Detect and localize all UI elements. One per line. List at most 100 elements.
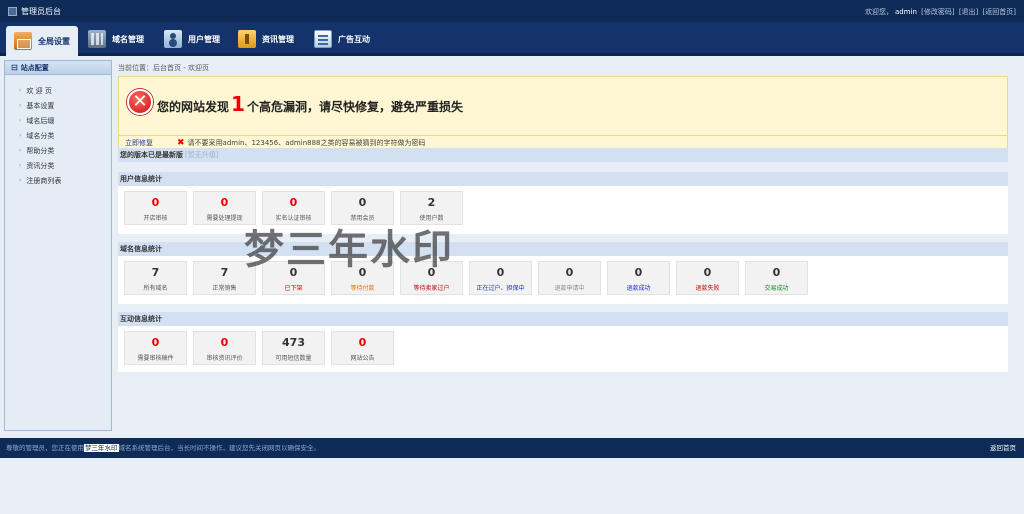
warning-x-icon: ✖ bbox=[177, 138, 185, 148]
nav-tab-news-management[interactable]: 资讯管理 bbox=[230, 26, 302, 52]
stat-label: 可用短信数量 bbox=[275, 355, 312, 362]
nav-tab-ad-interaction[interactable]: 广告互动 bbox=[306, 26, 378, 52]
nav-tab-label: 资讯管理 bbox=[262, 34, 294, 44]
stat-label: 退款申请中 bbox=[554, 285, 585, 292]
home-icon bbox=[14, 32, 32, 50]
main-nav: 全局设置 域名管理 用户管理 资讯管理 广告互动 bbox=[0, 22, 1024, 56]
vulnerability-count: 1 bbox=[231, 92, 245, 116]
stat-card[interactable]: 0 正在过户、担保中 bbox=[469, 261, 532, 295]
logout-link[interactable]: [退出] bbox=[959, 8, 978, 16]
chevron-right-icon: › bbox=[19, 102, 22, 109]
user-links: 欢迎您， admin [修改密码] [退出] [返回首页] bbox=[863, 7, 1016, 17]
stat-value: 0 bbox=[496, 266, 505, 279]
upgrade-link[interactable]: [暂无升级] bbox=[185, 151, 218, 159]
stat-card[interactable]: 0 审核资讯评价 bbox=[193, 331, 256, 365]
stat-value: 0 bbox=[634, 266, 643, 279]
footer-text-post: 域名系统管理后台，当长时间不操作，建议您先关闭网页以确保安全。 bbox=[118, 444, 321, 452]
chevron-right-icon: › bbox=[19, 132, 22, 139]
sidebar-item-domain-suffix[interactable]: › 域名后缀 bbox=[5, 113, 111, 128]
alert-divider bbox=[119, 135, 1007, 136]
stat-card[interactable]: 0 退款成功 bbox=[607, 261, 670, 295]
news-icon bbox=[238, 30, 256, 48]
section-title: 互动信息统计 bbox=[118, 312, 1008, 326]
sidebar-item-help-category[interactable]: › 帮助分类 bbox=[5, 143, 111, 158]
top-bar: 管理员后台 欢迎您， admin [修改密码] [退出] [返回首页] bbox=[0, 0, 1024, 22]
stat-label: 网站公告 bbox=[350, 355, 375, 362]
footer: 尊敬的管理员，您正在使用梦三年水印域名系统管理后台，当长时间不操作，建议您先关闭… bbox=[0, 438, 1024, 458]
alert-prefix: 您的网站发现 bbox=[157, 100, 230, 114]
stat-label: 交易成功 bbox=[764, 285, 789, 292]
stat-card[interactable]: 0 退款申请中 bbox=[538, 261, 601, 295]
change-password-link[interactable]: [修改密码] bbox=[921, 8, 954, 16]
stat-value: 2 bbox=[427, 196, 436, 209]
collapse-icon: ⊟ bbox=[11, 62, 18, 72]
error-x-icon: ✕ bbox=[127, 89, 153, 115]
return-home-link[interactable]: [返回首页] bbox=[983, 8, 1016, 16]
password-warning: ✖ 请不要采用admin、123456、admin888之类的容易被猜到的字符做… bbox=[177, 138, 426, 148]
stat-label: 需要审核稿件 bbox=[137, 355, 174, 362]
stat-label: 已下架 bbox=[284, 285, 303, 292]
main-content: 当前位置：后台首页 - 欢迎页 ✕ 您的网站发现 1 个高危漏洞，请尽快修复，避… bbox=[118, 60, 1008, 372]
nav-tab-label: 用户管理 bbox=[188, 34, 220, 44]
version-bar: 您的版本已是最新版 [暂无升级] bbox=[118, 148, 1008, 162]
stat-label: 退款成功 bbox=[626, 285, 651, 292]
nav-tab-global-settings[interactable]: 全局设置 bbox=[6, 26, 78, 56]
stat-value: 0 bbox=[151, 196, 160, 209]
stat-card[interactable]: 0 退款失败 bbox=[676, 261, 739, 295]
stat-card[interactable]: 0 交易成功 bbox=[745, 261, 808, 295]
sidebar-menu: › 欢 迎 页 › 基本设置 › 域名后缀 › 域名分类 › 帮助分类 › 资讯分类 › 注册… bbox=[5, 75, 111, 188]
sidebar-item-welcome[interactable]: › 欢 迎 页 bbox=[5, 83, 111, 98]
sidebar-item-label: 欢 迎 页 bbox=[26, 86, 52, 95]
stat-value: 0 bbox=[358, 336, 367, 349]
nav-tab-label: 域名管理 bbox=[112, 34, 144, 44]
nav-tab-domain-management[interactable]: 域名管理 bbox=[80, 26, 152, 52]
stat-label: 等待卖家过户 bbox=[413, 285, 450, 292]
footer-highlight: 梦三年水印 bbox=[84, 444, 119, 452]
footer-return-home-link[interactable]: 返回首页 bbox=[990, 438, 1016, 458]
chevron-right-icon: › bbox=[19, 87, 22, 94]
app-brand: 管理员后台 bbox=[8, 6, 61, 17]
sidebar-item-basic-settings[interactable]: › 基本设置 bbox=[5, 98, 111, 113]
stat-label: 所有域名 bbox=[143, 285, 168, 292]
interact-stats-section: 互动信息统计 0 需要审核稿件 0 审核资讯评价 473 可用短信数量 0 网站公告 bbox=[118, 312, 1008, 372]
alert-title: 您的网站发现 1 个高危漏洞，请尽快修复，避免严重损失 bbox=[157, 92, 463, 116]
stat-card[interactable]: 473 可用短信数量 bbox=[262, 331, 325, 365]
sidebar-item-label: 基本设置 bbox=[26, 101, 55, 110]
watermark: 梦三年水印 bbox=[244, 227, 454, 273]
stat-card[interactable]: 0 需要审核稿件 bbox=[124, 331, 187, 365]
greeting-text: 欢迎您， bbox=[864, 8, 893, 16]
stat-label: 正常销售 bbox=[212, 285, 237, 292]
stat-card[interactable]: 0 开店审核 bbox=[124, 191, 187, 225]
stat-value: 0 bbox=[703, 266, 712, 279]
stat-card[interactable]: 7 所有域名 bbox=[124, 261, 187, 295]
sidebar-item-registrar-list[interactable]: › 注册商列表 bbox=[5, 173, 111, 188]
stat-value: 0 bbox=[220, 196, 229, 209]
domain-icon bbox=[88, 30, 106, 48]
stat-value: 0 bbox=[151, 336, 160, 349]
sidebar-item-label: 资讯分类 bbox=[26, 161, 55, 170]
stat-label: 退款失败 bbox=[695, 285, 720, 292]
fix-now-link[interactable]: 立即修复 bbox=[125, 138, 153, 148]
breadcrumb: 当前位置：后台首页 - 欢迎页 bbox=[118, 64, 209, 72]
sidebar-item-domain-category[interactable]: › 域名分类 bbox=[5, 128, 111, 143]
app-title: 管理员后台 bbox=[21, 7, 61, 16]
security-alert: ✕ 您的网站发现 1 个高危漏洞，请尽快修复，避免严重损失 立即修复 ✖ 请不要… bbox=[118, 76, 1008, 151]
username: admin bbox=[894, 8, 917, 16]
stat-label: 等待付款 bbox=[350, 285, 375, 292]
stat-value: 473 bbox=[282, 336, 305, 349]
stat-card[interactable]: 0 网站公告 bbox=[331, 331, 394, 365]
version-text: 您的版本已是最新版 bbox=[120, 151, 183, 159]
footer-text-pre: 尊敬的管理员，您正在使用 bbox=[6, 444, 84, 452]
nav-tab-user-management[interactable]: 用户管理 bbox=[156, 26, 228, 52]
sidebar-item-news-category[interactable]: › 资讯分类 bbox=[5, 158, 111, 173]
app-logo-icon bbox=[8, 7, 17, 16]
user-icon bbox=[164, 30, 182, 48]
sidebar-header[interactable]: ⊟ 站点配置 bbox=[5, 61, 111, 75]
stat-value: 0 bbox=[772, 266, 781, 279]
section-title: 用户信息统计 bbox=[118, 172, 1008, 186]
stats-cards: 0 需要审核稿件 0 审核资讯评价 473 可用短信数量 0 网站公告 bbox=[118, 326, 1008, 370]
stat-value: 0 bbox=[220, 336, 229, 349]
sidebar-item-label: 帮助分类 bbox=[26, 146, 55, 155]
stat-label: 正在过户、担保中 bbox=[476, 285, 525, 292]
sidebar-item-label: 域名分类 bbox=[26, 131, 55, 140]
